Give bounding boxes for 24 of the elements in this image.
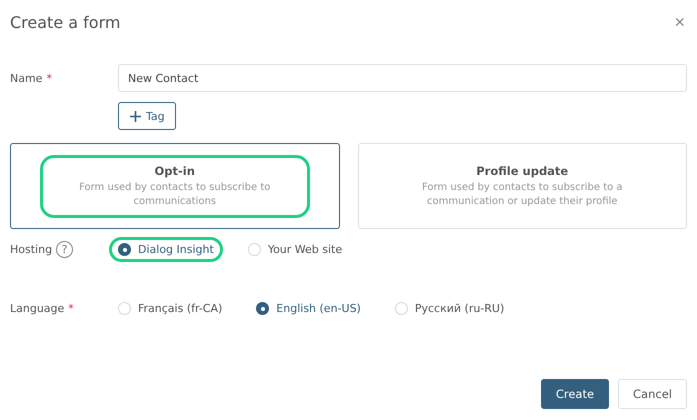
field-label: Language [10,302,64,315]
field-label: Name [10,72,42,84]
form-type-card[interactable]: Profile update Form used by contacts to subscribe to a communication or update their profile [358,143,687,229]
field-label: Hosting [10,243,52,256]
close-button[interactable]: × [672,12,687,32]
dialog-title: Create a form [10,12,120,32]
card-description: Form used by contacts to subscribe to a communication or update their profile [420,180,624,208]
radio-option[interactable]: Français (fr-CA) [109,296,232,321]
radio-option[interactable]: Русский (ru-RU) [386,296,514,321]
name-input-field[interactable]: New Contact [118,64,687,92]
radio-option[interactable]: English (en-US) [247,296,370,321]
add-tag-button[interactable]: Tag [118,102,176,130]
required-mark: * [68,302,74,315]
card-description: Form used by contacts to subscribe to communications [78,180,272,208]
radio-option[interactable]: Dialog Insight [109,237,223,262]
plus-icon [129,110,142,122]
secondary-button[interactable]: Cancel [618,379,687,409]
primary-button[interactable]: Create [540,379,610,409]
radio-option[interactable]: Your Web site [238,237,352,262]
form-type-card[interactable]: Opt-in Form used by contacts to subscribe to communications [10,143,340,229]
card-title: Opt-in [154,164,195,178]
required-mark: * [46,72,52,84]
help-icon[interactable]: ? [56,241,74,258]
card-title: Profile update [476,164,568,178]
